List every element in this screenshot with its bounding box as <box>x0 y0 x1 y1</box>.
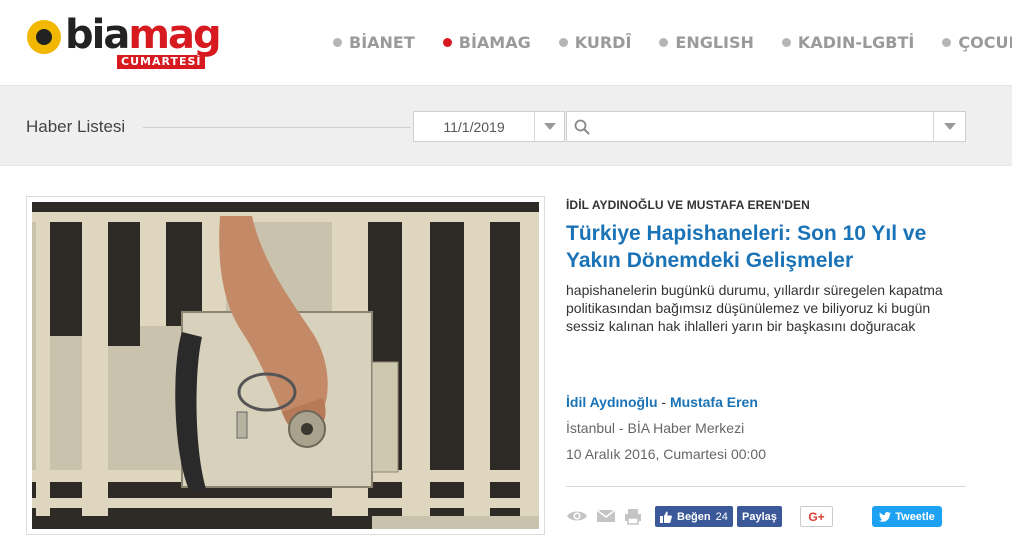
logo-wordmark: biamag <box>65 12 222 58</box>
author-separator: - <box>657 394 670 410</box>
author-link[interactable]: Mustafa Eren <box>670 394 758 410</box>
nav-dot-icon <box>659 38 669 47</box>
article-kicker: İDİL AYDINOĞLU VE MUSTAFA EREN'DEN <box>566 198 810 212</box>
nav-dot-icon <box>333 38 342 47</box>
title-divider <box>143 127 411 128</box>
article-summary: hapishanelerin bugünkü durumu, yıllardır… <box>566 282 943 334</box>
nav-item-english[interactable]: ENGLISH <box>659 33 754 52</box>
nav-item-cocuk[interactable]: ÇOCUK <box>942 33 1012 52</box>
article-actions: Beğen 24 Paylaş G+ Tweetle <box>566 506 966 528</box>
date-select-value: 11/1/2019 <box>443 118 505 135</box>
article-location: İstanbul - BİA Haber Merkezi <box>566 420 745 436</box>
facebook-like-count: 24 <box>715 510 728 523</box>
nav-dot-icon <box>781 38 791 47</box>
nav-dot-icon <box>942 38 952 47</box>
nav-item-label: BİANET <box>349 33 415 52</box>
tweet-button[interactable]: Tweetle <box>872 506 942 527</box>
search-icon <box>567 112 597 141</box>
thumbs-up-icon <box>660 511 672 523</box>
search-input[interactable] <box>597 112 933 141</box>
article-date: 10 Aralık 2016, Cumartesi 00:00 <box>566 446 767 462</box>
nav-dot-icon <box>442 38 452 47</box>
article-image[interactable] <box>26 196 545 535</box>
search-box <box>566 111 966 142</box>
logo-subtitle: CUMARTESİ <box>117 55 206 69</box>
nav-item-biamag[interactable]: BİAMAG <box>442 33 531 52</box>
facebook-share-button[interactable]: Paylaş <box>737 506 782 527</box>
nav-item-kadin-lgbti[interactable]: KADIN-LGBTİ <box>781 33 915 52</box>
nav-item-label: ÇOCUK <box>958 33 1012 52</box>
facebook-like-label: Beğen <box>677 510 711 523</box>
site-header: biamag CUMARTESİ BİANET BİAMAG KURDÎ ENG… <box>0 0 1012 86</box>
filter-bar: Haber Listesi 11/1/2019 <box>0 86 1012 166</box>
print-icon[interactable] <box>624 508 642 530</box>
nav-item-label: KADIN-LGBTİ <box>797 33 915 52</box>
logo-word-mag: mag <box>128 12 221 58</box>
top-nav: BİANET BİAMAG KURDÎ ENGLISH KADIN-LGBTİ … <box>333 33 1012 52</box>
nav-item-label: KURDÎ <box>574 33 632 52</box>
facebook-like-button[interactable]: Beğen 24 <box>655 506 733 527</box>
article-authors: İdil Aydınoğlu - Mustafa Eren <box>566 394 758 410</box>
nav-dot-icon <box>558 38 568 47</box>
chevron-down-icon <box>943 123 956 130</box>
prison-cell-photo <box>32 202 539 529</box>
logo-word-bia: bia <box>65 12 130 58</box>
nav-item-label: BİAMAG <box>458 33 531 52</box>
page-title: Haber Listesi <box>26 117 126 136</box>
eye-icon[interactable] <box>566 508 588 529</box>
chevron-down-icon <box>543 123 556 130</box>
nav-item-bianet[interactable]: BİANET <box>333 33 415 52</box>
article-divider <box>566 486 966 487</box>
nav-item-kurdi[interactable]: KURDÎ <box>558 33 632 52</box>
twitter-bird-icon <box>879 511 892 522</box>
date-select[interactable]: 11/1/2019 <box>413 111 565 142</box>
google-plus-button[interactable]: G+ <box>800 506 833 527</box>
article-title[interactable]: Türkiye Hapishaneleri: Son 10 Yıl ve Yak… <box>566 220 966 274</box>
search-dropdown-button[interactable] <box>933 112 965 141</box>
date-dropdown-button[interactable] <box>534 112 564 141</box>
mail-icon[interactable] <box>596 508 616 529</box>
tweet-label: Tweetle <box>895 510 935 523</box>
author-link[interactable]: İdil Aydınoğlu <box>566 394 658 410</box>
logo-mark-icon <box>27 20 61 54</box>
biamag-logo[interactable]: biamag CUMARTESİ <box>27 12 227 70</box>
nav-item-label: ENGLISH <box>675 33 754 52</box>
